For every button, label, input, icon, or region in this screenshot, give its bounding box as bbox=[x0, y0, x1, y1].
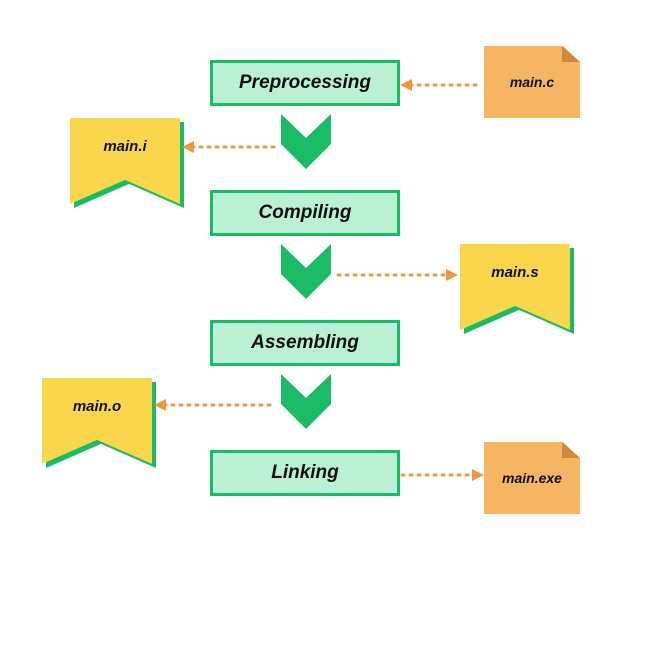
file-object-ribbon: main.o bbox=[42, 378, 152, 464]
file-preprocessed-ribbon: main.i bbox=[70, 118, 180, 204]
chevron-down-icon bbox=[276, 244, 336, 304]
stage-label: Compiling bbox=[259, 202, 352, 224]
arrow-to-output bbox=[400, 468, 484, 482]
stage-assembling: Assembling bbox=[210, 320, 400, 366]
file-assembly-ribbon: main.s bbox=[460, 244, 570, 330]
file-output-doc: main.exe bbox=[484, 442, 580, 514]
stage-label: Linking bbox=[271, 462, 339, 484]
file-label: main.o bbox=[73, 398, 121, 415]
file-label: main.c bbox=[510, 74, 554, 90]
stage-label: Preprocessing bbox=[239, 72, 371, 94]
file-input-doc: main.c bbox=[484, 46, 580, 118]
file-label: main.s bbox=[491, 264, 539, 281]
stage-label: Assembling bbox=[251, 332, 359, 354]
file-label: main.i bbox=[103, 138, 146, 155]
arrow-to-object bbox=[154, 398, 276, 412]
stage-preprocessing: Preprocessing bbox=[210, 60, 400, 106]
chevron-down-icon bbox=[276, 374, 336, 434]
chevron-down-icon bbox=[276, 114, 336, 174]
stage-linking: Linking bbox=[210, 450, 400, 496]
file-label: main.exe bbox=[502, 470, 562, 486]
stage-compiling: Compiling bbox=[210, 190, 400, 236]
arrow-to-assembly bbox=[336, 268, 458, 282]
arrow-input-to-preprocessing bbox=[400, 78, 484, 92]
arrow-to-preprocessed bbox=[182, 140, 276, 154]
